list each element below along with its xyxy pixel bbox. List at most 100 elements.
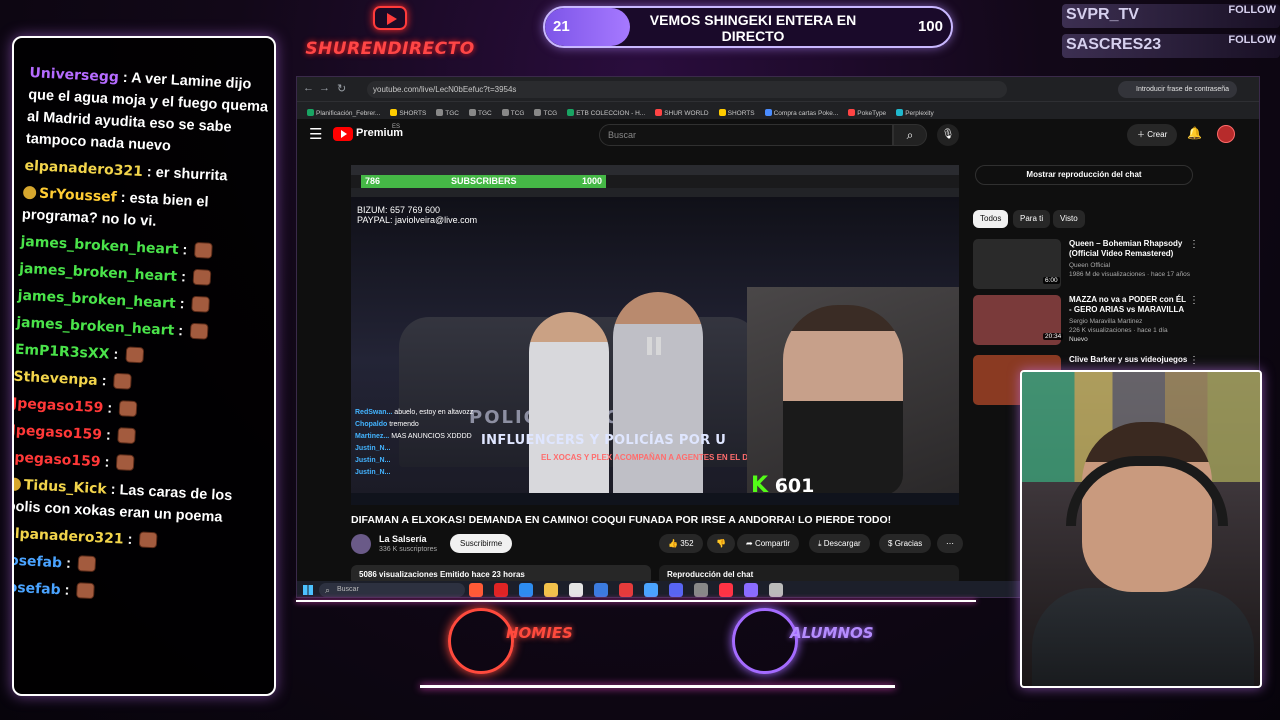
chat-emote-icon [189, 322, 209, 340]
account-avatar[interactable] [1217, 125, 1235, 143]
recommended-title[interactable]: Clive Barker y sus videojuegos [1069, 355, 1189, 365]
chat-separator: : [102, 400, 117, 417]
more-vertical-icon[interactable]: ⋮ [1189, 295, 1199, 306]
search-button[interactable]: ⌕ [893, 124, 927, 146]
inner-chat-text: abuelo, estoy en altavozz [394, 409, 474, 416]
channel-avatar[interactable] [351, 534, 371, 554]
menu-icon[interactable]: ☰ [309, 125, 322, 143]
chat-username[interactable]: Jpegaso159 [14, 396, 104, 417]
video-player[interactable]: 786 SUBSCRIBERS 1000 POLICÍA NACIONAL BI… [351, 165, 959, 505]
bookmark-label: TCG [510, 110, 525, 117]
chat-username[interactable]: james_broken_heart [17, 288, 176, 312]
discord-icon[interactable] [669, 583, 683, 597]
chat-username[interactable]: EmP1R3sXX [15, 342, 110, 363]
more-vertical-icon[interactable]: ⋮ [1189, 355, 1199, 366]
share-button[interactable]: ➦ Compartir [737, 534, 800, 553]
more-actions-button[interactable]: ⋯ [937, 534, 963, 553]
bookmark-item[interactable]: Compra cartas Poke... [764, 105, 838, 119]
bookmark-item[interactable]: Perplexity [896, 105, 934, 119]
chat-emote-icon [124, 346, 144, 364]
chat-username[interactable]: Jpegaso159 [14, 423, 102, 444]
store-icon[interactable] [594, 583, 608, 597]
more-vertical-icon[interactable]: ⋮ [1189, 239, 1199, 250]
chat-username[interactable]: Universegg [29, 65, 119, 86]
inner-chat-user: Justin_N... [355, 469, 391, 476]
chat-separator: : [106, 481, 120, 499]
chat-message-list: Universegg : A ver Lamine dijo que el ag… [14, 62, 274, 616]
bookmark-item[interactable]: TCG [501, 105, 525, 119]
bookmark-item[interactable]: ETB COLECCION - H... [567, 105, 645, 119]
recommended-channel[interactable]: Queen Official [1069, 261, 1199, 270]
chat-username[interactable]: Sthevenpa [14, 369, 98, 389]
chat-username[interactable]: elpanadero321 [24, 158, 143, 180]
app-icon[interactable] [619, 583, 633, 597]
pokemon-icon[interactable] [719, 583, 733, 597]
chat-username[interactable]: SrYoussef [39, 186, 117, 206]
forward-icon[interactable]: → [319, 82, 330, 94]
share-icon: ➦ [746, 539, 753, 548]
pause-icon[interactable] [647, 337, 661, 355]
address-bar[interactable]: youtube.com/live/LecN0bEefuc?t=3954s [367, 81, 1007, 98]
windows-start-icon[interactable] [303, 585, 313, 595]
chat-username[interactable]: james_broken_heart [20, 234, 179, 258]
overlay-divider [296, 600, 976, 602]
opera-icon[interactable] [494, 583, 508, 597]
alumnos-label: ALUMNOS [790, 624, 874, 642]
like-button[interactable]: 👍 352 [659, 534, 703, 553]
recommended-title[interactable]: MAZZA no va a PODER con ÉL - GERO ARIAS … [1069, 295, 1189, 315]
inner-chat-line: Martinez... MAS ANUNCIOS XDDDD [355, 431, 475, 443]
recommended-video[interactable]: 6:00 Queen – Bohemian Rhapsody (Official … [973, 239, 1259, 291]
notepad-icon[interactable] [569, 583, 583, 597]
bookmark-favicon-icon [764, 109, 772, 116]
bookmark-item[interactable]: SHUR WORLD [655, 105, 709, 119]
recommended-title[interactable]: Queen – Bohemian Rhapsody (Official Vide… [1069, 239, 1189, 259]
thanks-button[interactable]: $ Gracias [879, 534, 932, 553]
back-icon[interactable]: ← [303, 82, 314, 94]
bookmark-favicon-icon [469, 109, 477, 116]
show-chat-replay-button[interactable]: Mostrar reproducción del chat [975, 165, 1193, 185]
inner-chat-text: tremendo [389, 421, 419, 428]
subscribe-button[interactable]: Suscribirme [450, 534, 513, 553]
bookmark-item[interactable]: TCG [534, 105, 557, 119]
password-phrase-button[interactable]: Introducir frase de contraseña [1118, 81, 1237, 98]
file-explorer-icon[interactable] [544, 583, 558, 597]
chat-username[interactable]: Josefab [14, 579, 61, 598]
edge-icon[interactable] [519, 583, 533, 597]
recommended-meta: 226 K visualizaciones · hace 1 día [1069, 327, 1168, 334]
bookmark-item[interactable]: SHORTS [718, 105, 755, 119]
recommended-channel[interactable]: Sergio Maravilla Martinez [1069, 317, 1199, 326]
bookmark-item[interactable]: TGC [436, 105, 459, 119]
voice-search-button[interactable]: 🎙 [937, 124, 959, 146]
video-duration: 6:00 [1043, 277, 1060, 284]
taskbar-search-input[interactable]: Buscar [319, 583, 465, 597]
notifications-bell-icon[interactable]: 🔔 [1187, 126, 1202, 140]
dislike-button[interactable]: 👎 [707, 534, 735, 553]
download-button[interactable]: ⤓ Descargar [809, 534, 870, 553]
create-button[interactable]: ＋ Crear [1127, 124, 1178, 146]
chat-username[interactable]: james_broken_heart [19, 261, 178, 285]
bookmark-favicon-icon [718, 109, 726, 116]
channel-name[interactable]: La Salsería [379, 534, 427, 544]
recommended-video[interactable]: 20:34 MAZZA no va a PODER con ÉL - GERO A… [973, 295, 1259, 347]
filter-chip[interactable]: Para ti [1013, 210, 1051, 228]
chat-badge-icon [22, 185, 37, 200]
filter-chip[interactable]: Todos [973, 210, 1009, 228]
chat-username[interactable]: Tidus_Kick [23, 477, 107, 497]
filter-chip[interactable]: Visto [1053, 210, 1085, 228]
search-input[interactable]: Buscar [599, 124, 893, 146]
chat-username[interactable]: elpanadero321 [14, 525, 124, 547]
chat-username[interactable]: Josefab [14, 552, 62, 571]
chat-username[interactable]: Jpegaso159 [14, 449, 101, 470]
reload-icon[interactable]: ↻ [337, 82, 346, 95]
bookmark-item[interactable]: Planificación_Febrer... [307, 105, 380, 119]
bookmark-item[interactable]: SHORTS [390, 105, 426, 119]
chat-username[interactable]: james_broken_heart [16, 315, 175, 339]
bookmark-item[interactable]: PokeType [848, 105, 886, 119]
brave-icon[interactable] [469, 583, 483, 597]
app-icon[interactable] [744, 583, 758, 597]
settings-icon[interactable] [694, 583, 708, 597]
app-icon[interactable] [769, 583, 783, 597]
bookmark-item[interactable]: TGC [469, 105, 492, 119]
chrome-icon[interactable] [644, 583, 658, 597]
youtube-logo-icon[interactable] [333, 127, 353, 141]
